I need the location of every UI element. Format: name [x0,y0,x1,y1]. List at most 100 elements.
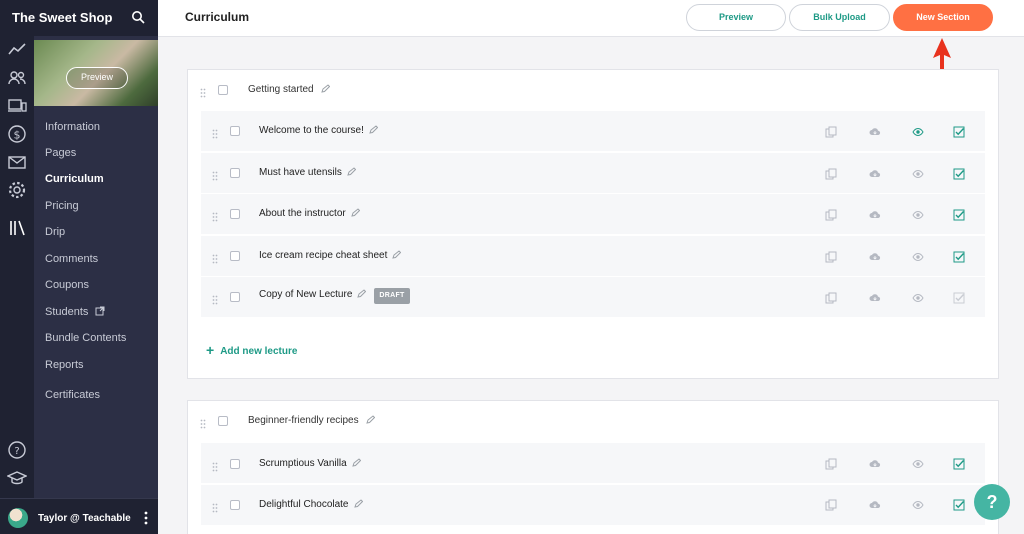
drag-handle-icon[interactable] [212,168,218,181]
preview-eye-icon[interactable] [912,208,924,220]
draft-badge: DRAFT [374,288,410,304]
drag-handle-icon[interactable] [200,85,206,98]
bulk-upload-button[interactable]: Bulk Upload [789,4,890,31]
copy-icon[interactable] [825,250,837,263]
edit-pencil-icon[interactable] [351,458,361,467]
download-cloud-icon[interactable] [869,457,881,469]
edit-pencil-icon[interactable] [392,250,402,259]
copy-icon[interactable] [825,167,837,180]
publish-check-icon[interactable] [953,457,965,470]
edit-pencil-icon[interactable] [353,499,363,508]
publish-check-icon[interactable] [953,208,965,221]
publish-check-icon[interactable] [953,291,965,304]
lecture-title[interactable]: Ice cream recipe cheat sheet [259,250,402,261]
edit-pencil-icon[interactable] [350,208,360,217]
preview-eye-icon[interactable] [912,498,924,510]
nav-item-coupons[interactable]: Coupons [45,279,89,291]
preview-button[interactable]: Preview [686,4,786,31]
nav-item-certificates[interactable]: Certificates [45,389,100,401]
courses-library-icon[interactable] [7,218,27,238]
sales-dollar-icon[interactable]: $ [7,124,27,144]
lecture-title[interactable]: Copy of New Lecture DRAFT [259,288,410,304]
section-header[interactable]: Getting started [248,84,331,104]
nav-item-pages[interactable]: Pages [45,147,76,159]
copy-icon[interactable] [825,208,837,221]
drag-handle-icon[interactable] [200,416,206,429]
section-checkbox[interactable] [218,416,228,426]
lecture-checkbox[interactable] [230,459,240,469]
preview-eye-icon[interactable] [912,250,924,262]
settings-gear-icon[interactable] [7,180,27,200]
lecture-title[interactable]: Must have utensils [259,167,357,178]
edit-pencil-icon[interactable] [321,84,331,93]
avatar[interactable] [8,508,28,528]
nav-item-curriculum[interactable]: Curriculum [45,173,104,185]
copy-icon[interactable] [825,125,837,138]
drag-handle-icon[interactable] [212,126,218,139]
new-section-button[interactable]: New Section [893,4,993,31]
lecture-title-text: Copy of New Lecture [259,289,353,300]
publish-check-icon[interactable] [953,250,965,263]
user-name[interactable]: Taylor @ Teachable [38,513,131,524]
lecture-title[interactable]: Welcome to the course! [259,125,379,136]
edit-pencil-icon[interactable] [357,289,367,298]
lecture-title[interactable]: About the instructor [259,208,360,219]
section-header[interactable]: Beginner-friendly recipes [248,415,376,435]
nav-item-reports[interactable]: Reports [45,359,84,371]
copy-icon[interactable] [825,457,837,470]
preview-eye-icon[interactable] [912,167,924,179]
drag-handle-icon[interactable] [212,209,218,222]
download-cloud-icon[interactable] [869,498,881,510]
publish-check-icon[interactable] [953,498,965,511]
lecture-checkbox[interactable] [230,251,240,261]
search-icon[interactable] [131,10,145,24]
nav-item-information[interactable]: Information [45,121,100,133]
add-new-lecture-link[interactable]: + Add new lecture [206,342,297,358]
help-chat-button[interactable]: ? [974,484,1010,520]
lecture-checkbox[interactable] [230,126,240,136]
drag-handle-icon[interactable] [212,292,218,305]
lecture-title[interactable]: Delightful Chocolate [259,499,363,510]
nav-item-drip[interactable]: Drip [45,226,65,238]
publish-check-icon[interactable] [953,167,965,180]
edit-pencil-icon[interactable] [366,415,376,424]
download-cloud-icon[interactable] [869,291,881,303]
nav-item-comments[interactable]: Comments [45,253,98,265]
nav-item-pricing[interactable]: Pricing [45,200,79,212]
users-icon[interactable] [7,68,27,88]
lecture-title[interactable]: Scrumptious Vanilla [259,458,361,469]
copy-icon[interactable] [825,291,837,304]
graduation-cap-icon[interactable] [6,468,28,488]
copy-icon[interactable] [825,498,837,511]
analytics-icon[interactable] [7,40,27,60]
lecture-checkbox[interactable] [230,292,240,302]
lecture-title-text: About the instructor [259,208,346,219]
edit-pencil-icon[interactable] [347,167,357,176]
site-devices-icon[interactable] [7,96,27,116]
preview-eye-icon[interactable] [912,291,924,303]
email-icon[interactable] [7,152,27,172]
section-checkbox[interactable] [218,85,228,95]
add-lecture-label: Add new lecture [220,346,298,357]
download-cloud-icon[interactable] [869,208,881,220]
download-cloud-icon[interactable] [869,125,881,137]
lecture-checkbox[interactable] [230,168,240,178]
nav-item-students[interactable]: Students [45,306,105,318]
edit-pencil-icon[interactable] [369,125,379,134]
help-circle-icon[interactable]: ? [7,440,27,460]
nav-item-bundle-contents[interactable]: Bundle Contents [45,332,126,344]
svg-text:?: ? [14,446,19,457]
preview-eye-icon[interactable] [912,125,924,137]
preview-eye-icon[interactable] [912,457,924,469]
download-cloud-icon[interactable] [869,167,881,179]
drag-handle-icon[interactable] [212,500,218,513]
lecture-checkbox[interactable] [230,500,240,510]
school-name[interactable]: The Sweet Shop [12,10,112,25]
download-cloud-icon[interactable] [869,250,881,262]
drag-handle-icon[interactable] [212,251,218,264]
publish-check-icon[interactable] [953,125,965,138]
lecture-checkbox[interactable] [230,209,240,219]
more-options-icon[interactable] [143,511,149,525]
drag-handle-icon[interactable] [212,459,218,472]
course-preview-button[interactable]: Preview [66,67,128,89]
